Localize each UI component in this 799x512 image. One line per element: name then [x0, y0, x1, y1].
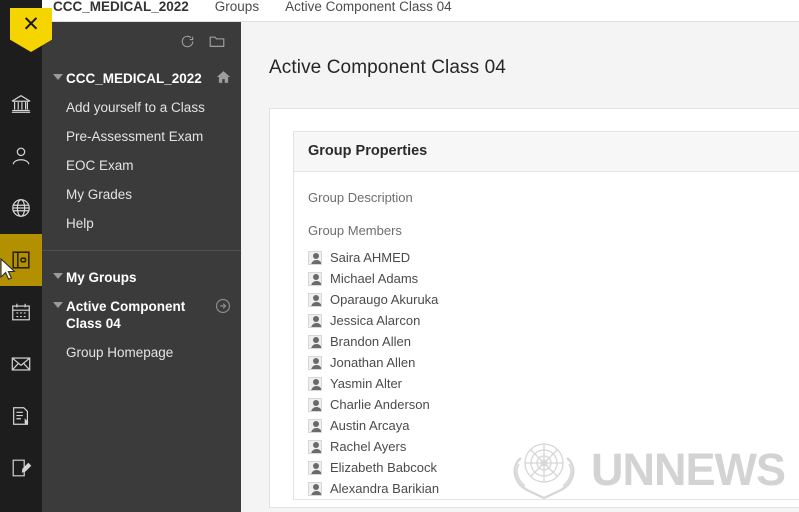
menu-item-help[interactable]: Help [42, 209, 241, 238]
group-properties-panel: Group Properties Group Description Group… [293, 131, 799, 500]
avatar [308, 418, 322, 433]
rail-item-tools[interactable] [0, 442, 42, 494]
close-panel-button[interactable]: ✕ [10, 8, 52, 52]
member-name: Michael Adams [330, 270, 419, 286]
rail-item-grades[interactable] [0, 390, 42, 442]
course-title: CCC_MEDICAL_2022 [66, 71, 202, 86]
avatar [308, 355, 322, 370]
page-title: Active Component Class 04 [269, 57, 506, 78]
grades-icon [10, 405, 32, 427]
member-name: Jonathan Allen [330, 354, 416, 370]
folder-icon[interactable] [209, 34, 225, 49]
my-groups-title: My Groups [66, 270, 137, 285]
global-navigation-rail [0, 0, 42, 512]
member-name: Elizabeth Babcock [330, 459, 437, 475]
chevron-down-icon-groups[interactable] [50, 269, 66, 279]
refresh-icon[interactable] [180, 34, 195, 49]
rail-item-calendar[interactable] [0, 286, 42, 338]
member-row[interactable]: Saira AHMED [308, 247, 785, 268]
member-row[interactable]: Oparaugo Akuruka [308, 289, 785, 310]
course-menu-header[interactable]: CCC_MEDICAL_2022 [42, 64, 241, 93]
avatar [308, 250, 322, 265]
group-members-label: Group Members [308, 223, 402, 238]
group-properties-header: Group Properties [294, 132, 799, 172]
breadcrumb: CCC_MEDICAL_2022 Groups Active Component… [0, 0, 799, 22]
content-card: Group Properties Group Description Group… [269, 108, 799, 508]
active-group-header[interactable]: Active Component Class 04 [42, 292, 241, 338]
main-content: Active Component Class 04 Group Properti… [241, 22, 799, 512]
active-group-title: Active Component Class 04 [66, 299, 186, 331]
institution-icon [10, 93, 32, 115]
member-name: Charlie Anderson [330, 396, 430, 412]
group-description-label: Group Description [308, 190, 413, 205]
member-row[interactable]: Rachel Ayers [308, 436, 785, 457]
member-name: Jessica Alarcon [330, 312, 421, 328]
member-name: Austin Arcaya [330, 417, 410, 433]
avatar [308, 292, 322, 307]
member-row[interactable]: Brandon Allen [308, 331, 785, 352]
rail-item-community[interactable] [0, 182, 42, 234]
profile-icon [10, 145, 32, 167]
my-groups-header[interactable]: My Groups [42, 263, 241, 292]
rail-item-messages[interactable] [0, 338, 42, 390]
member-row[interactable]: Michael Adams [308, 268, 785, 289]
breadcrumb-item-groups[interactable]: Groups [215, 0, 259, 18]
menu-item-group-homepage[interactable]: Group Homepage [42, 338, 241, 367]
chevron-down-icon[interactable] [50, 70, 66, 80]
rail-item-institution[interactable] [0, 78, 42, 130]
course-menu-panel: CCC_MEDICAL_2022 Add yourself to a Class… [42, 22, 241, 512]
mouse-pointer [0, 257, 17, 287]
member-row[interactable]: Jonathan Allen [308, 352, 785, 373]
member-name: Oparaugo Akuruka [330, 291, 439, 307]
avatar [308, 271, 322, 286]
avatar [308, 376, 322, 391]
member-name: Rachel Ayers [330, 438, 407, 454]
menu-item-eoc-exam[interactable]: EOC Exam [42, 151, 241, 180]
menu-item-my-grades[interactable]: My Grades [42, 180, 241, 209]
avatar [308, 334, 322, 349]
avatar [308, 439, 322, 454]
rail-item-profile[interactable] [0, 130, 42, 182]
avatar [308, 460, 322, 475]
avatar [308, 481, 322, 496]
member-row[interactable]: Jessica Alarcon [308, 310, 785, 331]
avatar [308, 397, 322, 412]
groups-menu-section: My Groups Active Component Class 04 Grou… [42, 251, 241, 367]
member-row[interactable]: Elizabeth Babcock [308, 457, 785, 478]
breadcrumb-item-current[interactable]: Active Component Class 04 [285, 0, 452, 18]
tools-icon [10, 457, 32, 479]
menu-item-pre-assessment-exam[interactable]: Pre-Assessment Exam [42, 122, 241, 151]
panel-toolbar [42, 22, 241, 52]
member-name: Saira AHMED [330, 249, 411, 265]
member-name: Brandon Allen [330, 333, 411, 349]
group-members-list: Saira AHMED Michael Adams Oparaugo Akuruka… [308, 247, 785, 499]
member-row[interactable]: Alexandra Barikian [308, 478, 785, 499]
home-icon[interactable] [216, 70, 231, 84]
app-root: CCC_MEDICAL_2022 Groups Active Component… [0, 0, 799, 512]
calendar-icon [10, 301, 32, 323]
member-name: Yasmin Alter [330, 375, 403, 391]
globe-icon [10, 197, 32, 219]
breadcrumb-item-course[interactable]: CCC_MEDICAL_2022 [53, 0, 189, 18]
course-menu-section: CCC_MEDICAL_2022 Add yourself to a Class… [42, 52, 241, 238]
member-row[interactable]: Charlie Anderson [308, 394, 785, 415]
member-name: Alexandra Barikian [330, 480, 440, 496]
arrow-right-circle-icon[interactable] [215, 298, 231, 314]
member-row[interactable]: Austin Arcaya [308, 415, 785, 436]
avatar [308, 313, 322, 328]
group-properties-body: Group Description Group Members Saira AH… [294, 172, 799, 499]
menu-item-add-yourself-to-a-class[interactable]: Add yourself to a Class [42, 93, 241, 122]
close-icon: ✕ [22, 12, 40, 36]
chevron-down-icon-active-group[interactable] [50, 298, 66, 308]
mail-icon [10, 353, 32, 375]
member-row[interactable]: Yasmin Alter [308, 373, 785, 394]
